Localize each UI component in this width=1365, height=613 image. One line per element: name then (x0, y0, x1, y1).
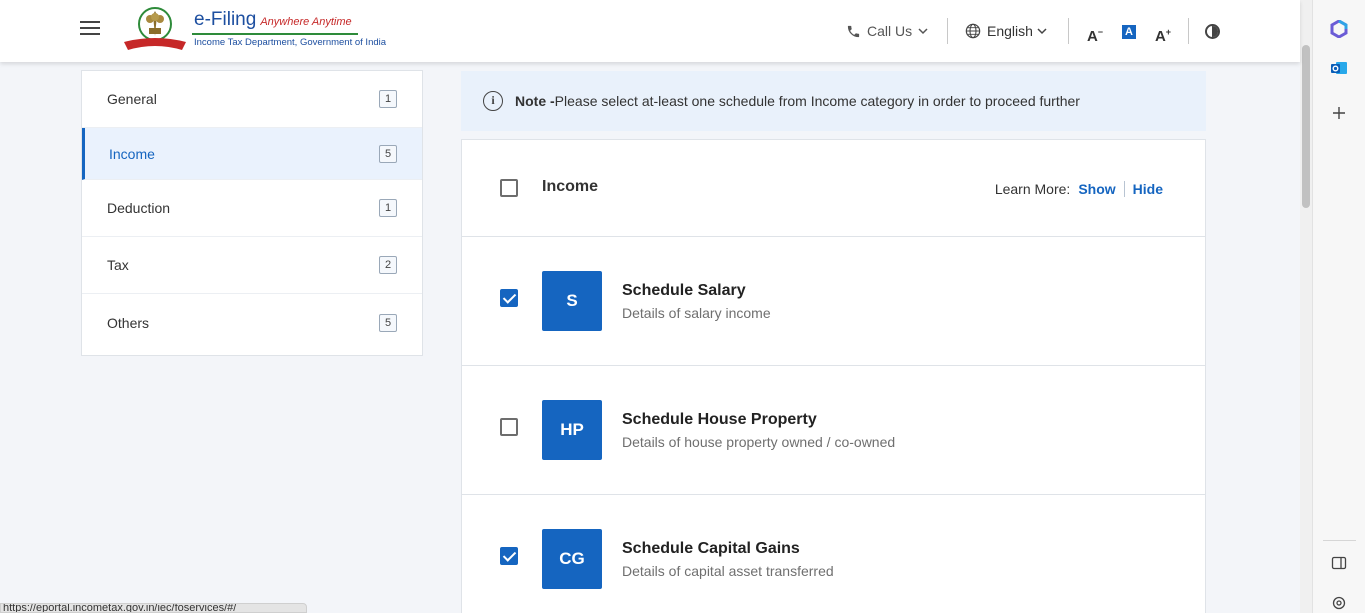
language-label: English (987, 23, 1033, 39)
add-icon[interactable] (1330, 104, 1348, 122)
header-divider (1068, 18, 1069, 44)
copilot-icon[interactable] (1330, 20, 1348, 38)
menu-icon[interactable] (80, 21, 100, 37)
nav-item-label: Tax (107, 257, 129, 273)
count-badge: 5 (379, 313, 397, 332)
nav-item-tax[interactable]: Tax 2 (82, 237, 422, 294)
globe-icon (965, 23, 981, 39)
link-divider (1123, 181, 1125, 197)
schedule-row: S Schedule Salary Details of salary inco… (462, 237, 1205, 366)
count-badge: 5 (379, 144, 397, 163)
top-header: e-Filing Anywhere Anytime Income Tax Depa… (0, 0, 1300, 62)
sidebar-divider (1323, 540, 1356, 541)
nav-item-label: Deduction (107, 200, 171, 216)
header-divider (947, 18, 948, 44)
schedule-category-nav: General 1 Income 5 Deduction 1 Tax 2 Oth… (81, 70, 423, 356)
phone-icon (847, 25, 860, 37)
panel-title: Income (542, 178, 599, 195)
logo-divider (192, 33, 358, 35)
logo-department: Income Tax Department, Government of Ind… (194, 37, 387, 48)
font-default-button[interactable]: A (1122, 25, 1136, 39)
settings-icon[interactable] (1330, 594, 1348, 612)
learn-more-label: Learn More: (994, 181, 1071, 197)
logo-tagline: Anywhere Anytime (260, 16, 352, 28)
schedule-row: CG Schedule Capital Gains Details of cap… (462, 495, 1205, 613)
note-prefix: Note - (515, 93, 555, 109)
schedule-title: Schedule Salary (622, 282, 746, 299)
schedule-avatar: CG (542, 529, 602, 589)
schedule-title: Schedule Capital Gains (622, 540, 800, 557)
font-decrease-button[interactable]: A− (1085, 22, 1105, 45)
scrollbar-thumb[interactable] (1302, 45, 1310, 208)
nav-item-general[interactable]: General 1 (82, 71, 422, 128)
chevron-down-icon (918, 28, 928, 35)
efiling-logo[interactable]: e-Filing Anywhere Anytime Income Tax Depa… (120, 6, 386, 54)
nav-item-label: Others (107, 314, 150, 331)
show-link[interactable]: Show (1078, 181, 1115, 197)
font-increase-button[interactable]: A+ (1153, 22, 1173, 45)
note-text: Please select at-least one schedule from… (554, 93, 1080, 109)
hide-link[interactable]: Hide (1133, 181, 1163, 197)
nav-item-income[interactable]: Income 5 (82, 128, 422, 180)
schedule-salary-checkbox[interactable] (500, 289, 518, 307)
nav-item-others[interactable]: Others 5 (82, 294, 422, 351)
schedule-subtitle: Details of salary income (622, 305, 771, 321)
sidebar-toggle-icon[interactable] (1330, 554, 1348, 572)
schedule-avatar: S (542, 271, 602, 331)
info-icon: i (483, 91, 503, 111)
select-all-checkbox[interactable] (500, 179, 518, 197)
status-url-bar: https://eportal.incometax.gov.in/iec/fos… (0, 603, 307, 613)
schedule-capital-gains-checkbox[interactable] (500, 547, 518, 565)
outlook-icon[interactable] (1330, 59, 1348, 77)
schedule-avatar: HP (542, 400, 602, 460)
schedule-house-property-checkbox[interactable] (500, 418, 518, 436)
panel-header: Income Learn More: Show Hide (462, 140, 1205, 237)
count-badge: 1 (379, 90, 397, 108)
page-scrollbar[interactable] (1300, 0, 1312, 613)
logo-title: e-Filing Anywhere Anytime (194, 9, 352, 30)
count-badge: 2 (379, 256, 397, 274)
browser-sidebar (1312, 0, 1365, 613)
schedule-row: HP Schedule House Property Details of ho… (462, 366, 1205, 495)
contrast-icon[interactable] (1205, 24, 1220, 39)
learn-more: Learn More: Show Hide (995, 181, 1163, 197)
call-us-button[interactable]: Call Us (846, 0, 934, 62)
nav-item-label: Income (109, 145, 155, 162)
chevron-down-icon (1037, 28, 1047, 35)
language-selector[interactable]: English (965, 0, 1053, 62)
nav-item-deduction[interactable]: Deduction 1 (82, 180, 422, 237)
income-schedules-panel: Income Learn More: Show Hide S Schedule … (461, 139, 1206, 613)
call-us-label: Call Us (867, 23, 913, 39)
schedule-subtitle: Details of capital asset transferred (622, 563, 834, 579)
schedule-subtitle: Details of house property owned / co-own… (622, 434, 896, 450)
schedule-title: Schedule House Property (622, 411, 817, 428)
emblem-icon (124, 7, 186, 50)
nav-item-label: General (107, 91, 157, 107)
info-note: i Note - Please select at-least one sche… (461, 71, 1206, 131)
header-divider (1188, 18, 1189, 44)
count-badge: 1 (379, 199, 397, 217)
